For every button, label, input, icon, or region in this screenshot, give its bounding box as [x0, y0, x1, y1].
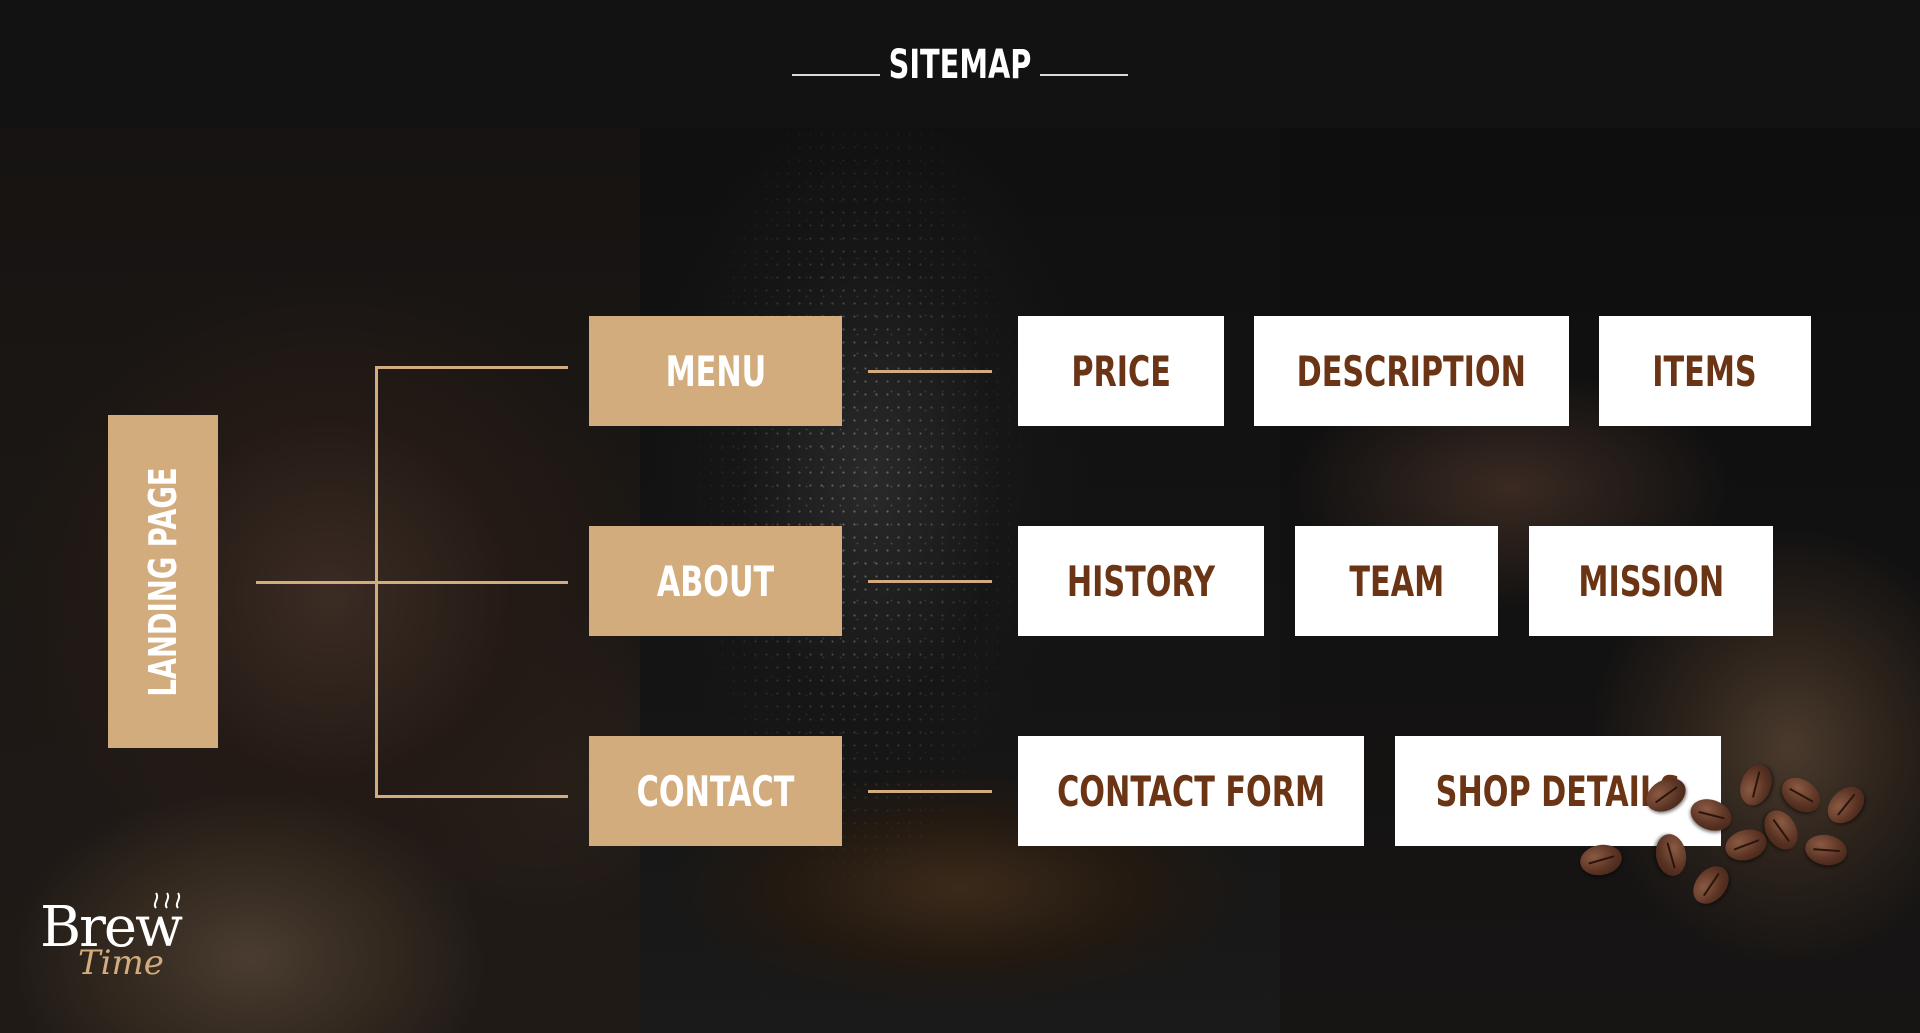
child-node-items: ITEMS — [1599, 316, 1811, 426]
section-node-label: ABOUT — [656, 556, 775, 606]
page-title: SITEMAP — [888, 42, 1032, 88]
child-node-contact-form: CONTACT FORM — [1018, 736, 1364, 846]
section-node-about: ABOUT — [589, 526, 842, 636]
header-rule-right — [1040, 74, 1128, 76]
child-node-price: PRICE — [1018, 316, 1224, 426]
section-node-label: MENU — [665, 346, 766, 396]
sitemap-slide: SITEMAP LANDING PAGE MENU ABOUT CONTACT … — [0, 0, 1920, 1033]
child-node-history: HISTORY — [1018, 526, 1264, 636]
brand-logo: Brew Time — [40, 892, 200, 1000]
section-node-label: CONTACT — [636, 766, 795, 816]
child-node-mission: MISSION — [1529, 526, 1773, 636]
child-node-label: HISTORY — [1066, 556, 1216, 606]
root-node-label: LANDING PAGE — [141, 466, 185, 697]
link-connector-about — [868, 580, 992, 583]
root-connector — [256, 581, 376, 584]
link-connector-menu — [868, 370, 992, 373]
child-node-label: SHOP DETAILS — [1435, 766, 1681, 816]
child-node-label: DESCRIPTION — [1296, 346, 1527, 396]
child-node-label: CONTACT FORM — [1057, 766, 1326, 816]
child-node-label: PRICE — [1071, 346, 1171, 396]
link-connector-contact — [868, 790, 992, 793]
child-node-label: TEAM — [1349, 556, 1444, 606]
child-node-label: MISSION — [1578, 556, 1724, 606]
branch-connector-about — [375, 581, 568, 584]
child-node-team: TEAM — [1295, 526, 1498, 636]
section-node-contact: CONTACT — [589, 736, 842, 846]
root-node-landing-page: LANDING PAGE — [108, 415, 218, 748]
child-node-label: ITEMS — [1652, 346, 1758, 396]
branch-connector-contact — [375, 795, 568, 798]
logo-script: Time — [78, 943, 164, 983]
section-node-menu: MENU — [589, 316, 842, 426]
branch-connector-menu — [375, 366, 568, 369]
child-node-description: DESCRIPTION — [1254, 316, 1569, 426]
